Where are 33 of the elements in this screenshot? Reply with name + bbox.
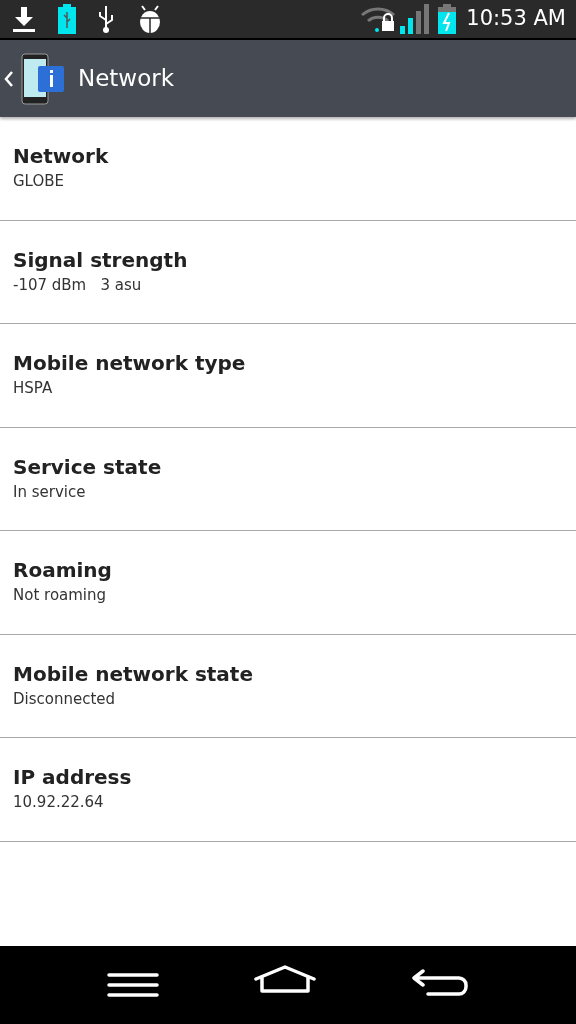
menu-icon (107, 972, 160, 998)
row-title: Signal strength (13, 246, 189, 273)
row-value: 10.92.22.64 (13, 792, 105, 814)
battery-charging-icon (438, 4, 457, 34)
settings-row[interactable]: Signal strength -107 dBm 3 asu (0, 220, 576, 324)
back-button[interactable] (4, 69, 14, 88)
signal-icon (400, 4, 431, 34)
battery-icon (58, 4, 76, 34)
download-icon (10, 5, 38, 33)
row-title: Mobile network state (13, 660, 254, 687)
row-title: Service state (13, 453, 163, 480)
screen-title: Network (78, 64, 175, 94)
clock: 10:53 AM (466, 5, 566, 33)
row-value: In service (13, 481, 87, 503)
settings-row[interactable]: Network GLOBE (0, 117, 576, 221)
phone-info-icon (20, 52, 66, 105)
menu-button[interactable] (107, 972, 160, 998)
row-value: -107 dBm 3 asu (13, 274, 143, 296)
row-value: Not roaming (13, 585, 108, 607)
usb-icon (96, 4, 116, 34)
row-value: HSPA (13, 378, 54, 400)
settings-row[interactable]: Mobile network type HSPA (0, 324, 576, 428)
settings-row[interactable]: Roaming Not roaming (0, 531, 576, 635)
row-title: Network (13, 143, 110, 170)
settings-row[interactable]: IP address 10.92.22.64 (0, 738, 576, 842)
settings-row[interactable]: Mobile network state Disconnected (0, 634, 576, 738)
row-title: Mobile network type (13, 350, 247, 377)
back-icon (4, 69, 14, 88)
row-title: IP address (13, 764, 133, 791)
row-title: Roaming (13, 557, 113, 584)
settings-row[interactable]: Service state In service (0, 427, 576, 531)
row-value: Disconnected (13, 688, 117, 710)
row-value: GLOBE (13, 171, 66, 193)
